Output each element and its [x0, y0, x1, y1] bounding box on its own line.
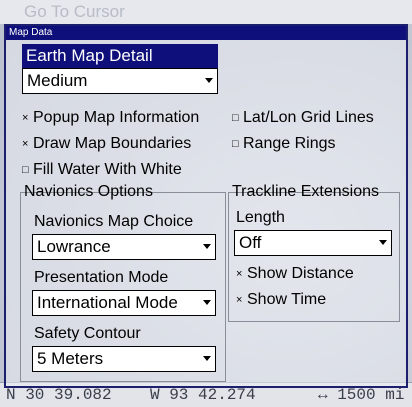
draw-map-boundaries-checkbox[interactable]: × Draw Map Boundaries: [22, 134, 191, 154]
dropdown-arrow-icon: [203, 356, 211, 361]
trackline-length-value: Off: [239, 233, 262, 252]
earth-map-detail-select[interactable]: Medium: [22, 68, 218, 94]
unchecked-icon: □: [232, 112, 239, 124]
presentation-mode-label: Presentation Mode: [34, 269, 169, 286]
latitude-readout: N 30 39.082: [6, 386, 112, 404]
checked-icon: ×: [22, 138, 29, 150]
safety-contour-select[interactable]: 5 Meters: [32, 346, 216, 372]
trackline-length-label: Length: [236, 209, 285, 226]
show-time-checkbox[interactable]: × Show Time: [236, 290, 326, 310]
dropdown-arrow-icon: [205, 78, 213, 83]
navionics-options-label: Navionics Options: [24, 183, 153, 200]
trackline-extensions-label: Trackline Extensions: [232, 183, 380, 200]
safety-contour-value: 5 Meters: [37, 349, 104, 368]
map-data-dialog: Map Data Earth Map Detail Medium × Popup …: [4, 24, 408, 388]
unchecked-icon: □: [232, 138, 239, 150]
navionics-map-choice-select[interactable]: Lowrance: [32, 234, 216, 260]
navionics-map-choice-label: Navionics Map Choice: [34, 213, 194, 230]
trackline-length-select[interactable]: Off: [234, 230, 392, 256]
earth-map-detail-value: Medium: [27, 71, 88, 90]
go-to-cursor-text: Go To Cursor: [24, 2, 125, 21]
checked-icon: ×: [236, 294, 243, 306]
unchecked-icon: □: [22, 164, 29, 176]
earth-map-detail-label: Earth Map Detail: [22, 44, 218, 68]
show-distance-checkbox[interactable]: × Show Distance: [236, 264, 354, 284]
dropdown-arrow-icon: [203, 244, 211, 249]
navionics-map-choice-value: Lowrance: [37, 237, 111, 256]
longitude-readout: W 93 42.274: [150, 386, 256, 404]
presentation-mode-select[interactable]: International Mode: [32, 290, 216, 316]
dialog-title: Map Data: [6, 26, 406, 40]
range-rings-checkbox[interactable]: □ Range Rings: [232, 134, 336, 154]
presentation-mode-value: International Mode: [37, 293, 178, 312]
lat-lon-grid-lines-checkbox[interactable]: □ Lat/Lon Grid Lines: [232, 108, 374, 128]
checked-icon: ×: [22, 112, 29, 124]
checked-icon: ×: [236, 268, 243, 280]
range-readout: ↔ 1500 mi: [318, 386, 405, 404]
dropdown-arrow-icon: [379, 240, 387, 245]
background-menu-bar: Go To Cursor: [0, 0, 412, 24]
popup-map-information-checkbox[interactable]: × Popup Map Information: [22, 108, 199, 128]
safety-contour-label: Safety Contour: [34, 325, 141, 342]
dropdown-arrow-icon: [203, 300, 211, 305]
fill-water-with-white-checkbox[interactable]: □ Fill Water With White: [22, 160, 182, 180]
